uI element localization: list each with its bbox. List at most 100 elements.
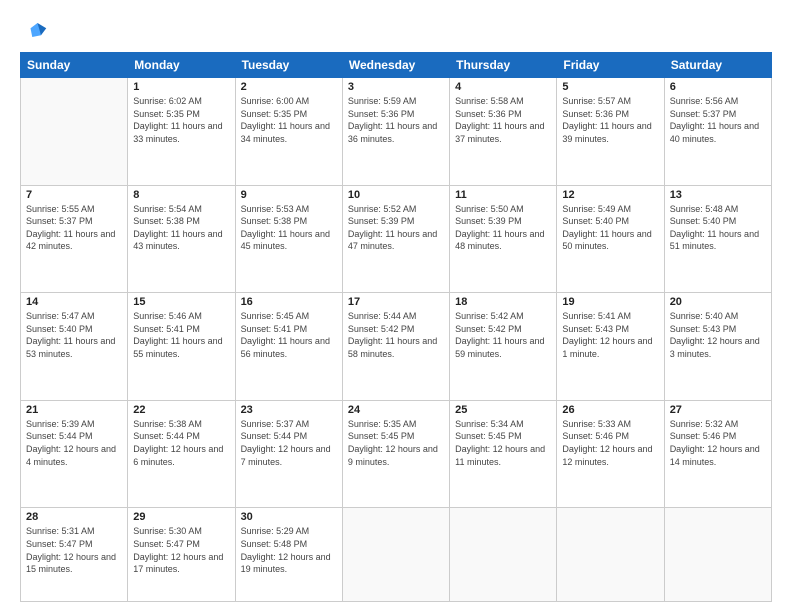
day-number: 12 (562, 189, 658, 201)
day-info: Sunrise: 5:59 AMSunset: 5:36 PMDaylight:… (348, 95, 444, 145)
calendar-cell: 7Sunrise: 5:55 AMSunset: 5:37 PMDaylight… (21, 185, 128, 293)
day-info: Sunrise: 5:40 AMSunset: 5:43 PMDaylight:… (670, 310, 766, 360)
calendar-cell: 15 Sunrise: 5:46 AMSunset: 5:41 PMDayligh… (128, 293, 235, 401)
day-info: Sunrise: 5:44 AMSunset: 5:42 PMDaylight:… (348, 310, 444, 360)
day-info: Sunrise: 5:39 AMSunset: 5:44 PMDaylight:… (26, 418, 122, 468)
day-info: Sunrise: 5:35 AMSunset: 5:45 PMDaylight:… (348, 418, 444, 468)
day-number: 4 (455, 81, 551, 93)
day-info: Sunrise: 5:56 AMSunset: 5:37 PMDaylight:… (670, 95, 766, 145)
day-number: 17 (348, 296, 444, 308)
page: Sunday Monday Tuesday Wednesday Thursday… (0, 0, 792, 612)
day-info: Sunrise: 5:41 AMSunset: 5:43 PMDaylight:… (562, 310, 658, 360)
day-info: Sunrise: 5:58 AMSunset: 5:36 PMDaylight:… (455, 95, 551, 145)
day-info: Sunrise: 5:46 AMSunset: 5:41 PMDaylight:… (133, 310, 229, 360)
day-info: Sunrise: 5:48 AMSunset: 5:40 PMDaylight:… (670, 203, 766, 253)
day-info: Sunrise: 6:00 AMSunset: 5:35 PMDaylight:… (241, 95, 337, 145)
calendar-cell: 24 Sunrise: 5:35 AMSunset: 5:45 PMDayligh… (342, 400, 449, 508)
day-info: Sunrise: 6:02 AMSunset: 5:35 PMDaylight:… (133, 95, 229, 145)
day-info: Sunrise: 5:45 AMSunset: 5:41 PMDaylight:… (241, 310, 337, 360)
calendar-cell: 12 Sunrise: 5:49 AMSunset: 5:40 PMDayligh… (557, 185, 664, 293)
day-number: 25 (455, 404, 551, 416)
calendar-cell: 30 Sunrise: 5:29 AMSunset: 5:48 PMDayligh… (235, 508, 342, 602)
day-info: Sunrise: 5:34 AMSunset: 5:45 PMDaylight:… (455, 418, 551, 468)
calendar-cell: 23 Sunrise: 5:37 AMSunset: 5:44 PMDayligh… (235, 400, 342, 508)
header-wednesday: Wednesday (342, 53, 449, 78)
calendar-cell: 14 Sunrise: 5:47 AMSunset: 5:40 PMDayligh… (21, 293, 128, 401)
day-number: 2 (241, 81, 337, 93)
day-number: 29 (133, 511, 229, 523)
day-number: 26 (562, 404, 658, 416)
calendar-cell (450, 508, 557, 602)
day-number: 9 (241, 189, 337, 201)
day-number: 3 (348, 81, 444, 93)
calendar-cell: 21 Sunrise: 5:39 AMSunset: 5:44 PMDayligh… (21, 400, 128, 508)
day-number: 14 (26, 296, 122, 308)
day-number: 11 (455, 189, 551, 201)
logo (20, 16, 52, 44)
day-number: 1 (133, 81, 229, 93)
header-saturday: Saturday (664, 53, 771, 78)
day-info: Sunrise: 5:30 AMSunset: 5:47 PMDaylight:… (133, 525, 229, 575)
header-friday: Friday (557, 53, 664, 78)
calendar-cell: 6Sunrise: 5:56 AMSunset: 5:37 PMDaylight… (664, 78, 771, 186)
calendar-cell (664, 508, 771, 602)
day-number: 27 (670, 404, 766, 416)
day-info: Sunrise: 5:29 AMSunset: 5:48 PMDaylight:… (241, 525, 337, 575)
calendar-cell: 29 Sunrise: 5:30 AMSunset: 5:47 PMDayligh… (128, 508, 235, 602)
day-info: Sunrise: 5:42 AMSunset: 5:42 PMDaylight:… (455, 310, 551, 360)
calendar-cell: 16 Sunrise: 5:45 AMSunset: 5:41 PMDayligh… (235, 293, 342, 401)
weekday-header-row: Sunday Monday Tuesday Wednesday Thursday… (21, 53, 772, 78)
calendar-cell: 22 Sunrise: 5:38 AMSunset: 5:44 PMDayligh… (128, 400, 235, 508)
day-number: 21 (26, 404, 122, 416)
calendar-cell: 18 Sunrise: 5:42 AMSunset: 5:42 PMDayligh… (450, 293, 557, 401)
calendar-cell: 5 Sunrise: 5:57 AMSunset: 5:36 PMDaylight… (557, 78, 664, 186)
day-number: 18 (455, 296, 551, 308)
calendar-cell (557, 508, 664, 602)
calendar-cell: 1 Sunrise: 6:02 AMSunset: 5:35 PMDaylight… (128, 78, 235, 186)
calendar-cell: 3 Sunrise: 5:59 AMSunset: 5:36 PMDaylight… (342, 78, 449, 186)
day-info: Sunrise: 5:55 AMSunset: 5:37 PMDaylight:… (26, 203, 122, 253)
day-info: Sunrise: 5:33 AMSunset: 5:46 PMDaylight:… (562, 418, 658, 468)
calendar-cell (21, 78, 128, 186)
day-number: 30 (241, 511, 337, 523)
day-number: 20 (670, 296, 766, 308)
day-info: Sunrise: 5:37 AMSunset: 5:44 PMDaylight:… (241, 418, 337, 468)
calendar-cell: 9 Sunrise: 5:53 AMSunset: 5:38 PMDaylight… (235, 185, 342, 293)
calendar-cell: 17 Sunrise: 5:44 AMSunset: 5:42 PMDayligh… (342, 293, 449, 401)
day-number: 24 (348, 404, 444, 416)
header-monday: Monday (128, 53, 235, 78)
calendar-cell: 10 Sunrise: 5:52 AMSunset: 5:39 PMDayligh… (342, 185, 449, 293)
day-info: Sunrise: 5:47 AMSunset: 5:40 PMDaylight:… (26, 310, 122, 360)
calendar-cell: 2 Sunrise: 6:00 AMSunset: 5:35 PMDaylight… (235, 78, 342, 186)
day-number: 13 (670, 189, 766, 201)
day-info: Sunrise: 5:52 AMSunset: 5:39 PMDaylight:… (348, 203, 444, 253)
day-number: 8 (133, 189, 229, 201)
day-info: Sunrise: 5:31 AMSunset: 5:47 PMDaylight:… (26, 525, 122, 575)
calendar-cell (342, 508, 449, 602)
logo-icon (20, 16, 48, 44)
calendar-cell: 4 Sunrise: 5:58 AMSunset: 5:36 PMDaylight… (450, 78, 557, 186)
day-number: 23 (241, 404, 337, 416)
header (20, 16, 772, 44)
day-number: 5 (562, 81, 658, 93)
day-number: 16 (241, 296, 337, 308)
day-info: Sunrise: 5:57 AMSunset: 5:36 PMDaylight:… (562, 95, 658, 145)
day-number: 22 (133, 404, 229, 416)
day-number: 19 (562, 296, 658, 308)
header-sunday: Sunday (21, 53, 128, 78)
calendar-cell: 26 Sunrise: 5:33 AMSunset: 5:46 PMDayligh… (557, 400, 664, 508)
calendar-cell: 8 Sunrise: 5:54 AMSunset: 5:38 PMDaylight… (128, 185, 235, 293)
day-info: Sunrise: 5:50 AMSunset: 5:39 PMDaylight:… (455, 203, 551, 253)
calendar-cell: 27 Sunrise: 5:32 AMSunset: 5:46 PMDayligh… (664, 400, 771, 508)
day-number: 10 (348, 189, 444, 201)
calendar-cell: 11 Sunrise: 5:50 AMSunset: 5:39 PMDayligh… (450, 185, 557, 293)
day-number: 15 (133, 296, 229, 308)
header-thursday: Thursday (450, 53, 557, 78)
day-info: Sunrise: 5:53 AMSunset: 5:38 PMDaylight:… (241, 203, 337, 253)
header-tuesday: Tuesday (235, 53, 342, 78)
calendar-cell: 25 Sunrise: 5:34 AMSunset: 5:45 PMDayligh… (450, 400, 557, 508)
day-info: Sunrise: 5:54 AMSunset: 5:38 PMDaylight:… (133, 203, 229, 253)
day-info: Sunrise: 5:32 AMSunset: 5:46 PMDaylight:… (670, 418, 766, 468)
day-info: Sunrise: 5:38 AMSunset: 5:44 PMDaylight:… (133, 418, 229, 468)
day-info: Sunrise: 5:49 AMSunset: 5:40 PMDaylight:… (562, 203, 658, 253)
